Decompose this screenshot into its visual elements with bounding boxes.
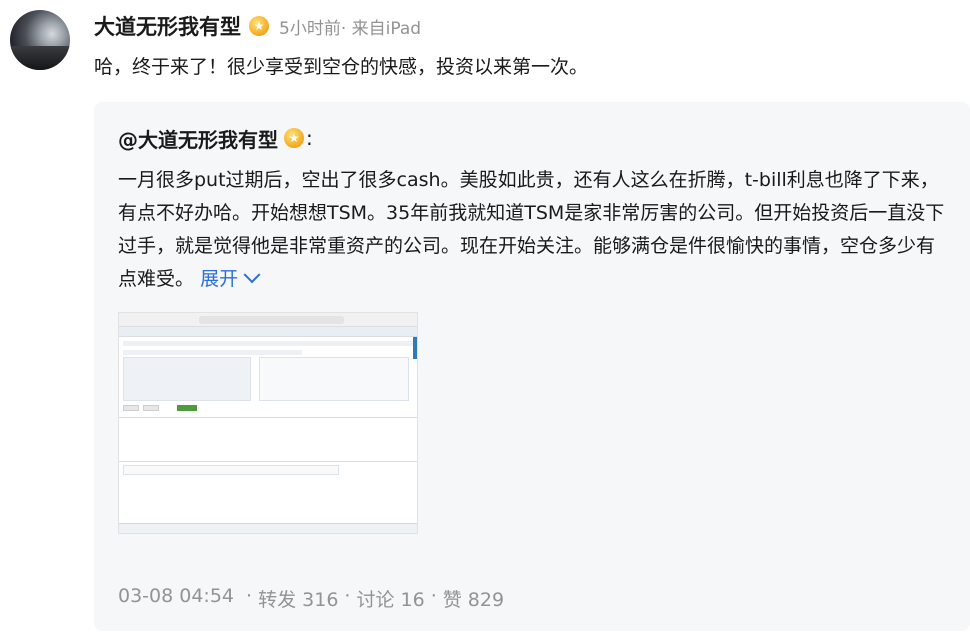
post-header: 大道无形我有型 5小时前· 来自iPad xyxy=(94,10,964,42)
thumb-table-header xyxy=(119,523,417,533)
repost-colon: : xyxy=(306,126,313,150)
thumb-url-bar xyxy=(199,316,344,324)
thumb-quote-panel xyxy=(259,357,409,401)
thumb-text-line xyxy=(123,341,413,346)
thumb-side-tab xyxy=(413,337,417,359)
avatar[interactable] xyxy=(10,10,70,70)
post-meta: 5小时前· 来自iPad xyxy=(279,18,422,39)
attached-image-thumbnail[interactable] xyxy=(118,312,418,534)
repost-author[interactable]: @大道无形我有型 xyxy=(118,124,278,153)
repost-header: @大道无形我有型 : xyxy=(118,122,948,154)
repost-count-button[interactable]: 转发 316 xyxy=(258,585,338,612)
post: 大道无形我有型 5小时前· 来自iPad 哈，终于来了！很少享受到空仓的快感，投… xyxy=(94,10,964,82)
comment-count-button[interactable]: 讨论 16 xyxy=(356,585,424,612)
thumb-subheader xyxy=(119,327,417,337)
expand-label: 展开 xyxy=(200,268,239,290)
separator: · xyxy=(344,585,351,607)
separator: · xyxy=(240,585,253,607)
post-text: 哈，终于来了！很少享受到空仓的快感，投资以来第一次。 xyxy=(94,56,589,78)
expand-button[interactable]: 展开 xyxy=(200,266,261,290)
chevron-down-icon xyxy=(243,266,261,284)
thumb-button xyxy=(123,405,139,411)
repost-card[interactable]: @大道无形我有型 : 一月很多put过期后，空出了很多cash。美股如此贵，还有… xyxy=(94,102,970,631)
post-date[interactable]: 03-08 04:54 xyxy=(118,585,234,612)
thumb-divider xyxy=(119,417,417,418)
thumb-green-button xyxy=(177,405,197,411)
separator: · xyxy=(430,585,437,607)
thumb-button xyxy=(143,405,159,411)
vip-badge-icon xyxy=(284,128,304,148)
thumb-order-form xyxy=(123,357,251,401)
vip-badge-icon xyxy=(249,16,269,36)
thumb-divider xyxy=(119,461,417,462)
like-count-button[interactable]: 赞 829 xyxy=(443,585,504,612)
thumb-notice xyxy=(123,465,339,475)
thumb-browser-bar xyxy=(119,313,417,327)
post-footer: 03-08 04:54 · 转发 316 · 讨论 16 · 赞 829 xyxy=(118,585,504,612)
author-name[interactable]: 大道无形我有型 xyxy=(94,11,241,41)
thumb-text-line xyxy=(123,350,302,355)
repost-text: 一月很多put过期后，空出了很多cash。美股如此贵，还有人这么在折腾，t-bi… xyxy=(118,164,948,296)
